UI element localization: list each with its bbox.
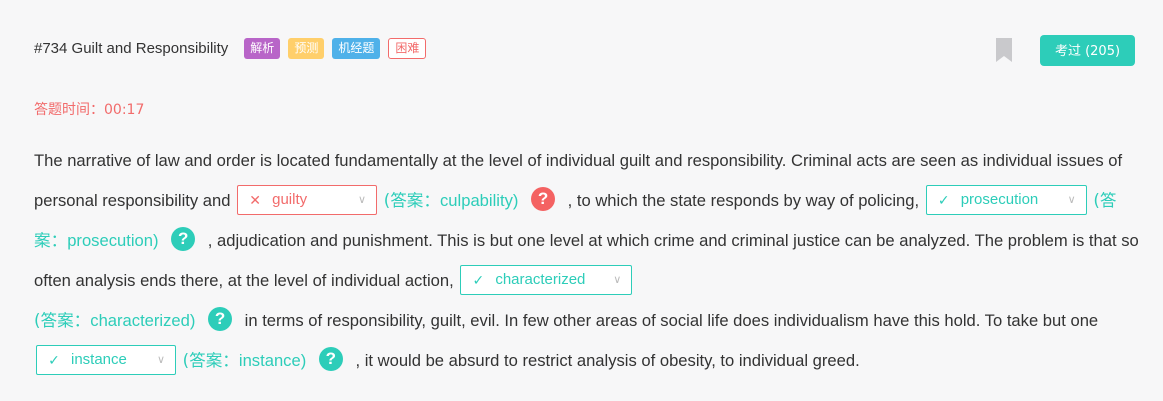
answer-1: (答案：culpability): [383, 191, 519, 210]
bookmark-icon[interactable]: [996, 38, 1012, 62]
blank-3-value: characterized: [495, 270, 586, 288]
blank-1-dropdown[interactable]: ✕ guilty ∨: [237, 184, 378, 215]
check-icon: ✓: [472, 271, 485, 288]
answer-timer: 答题时间：00:17: [34, 102, 145, 118]
wrong-icon: ✕: [249, 191, 261, 208]
passage-segment-4: in terms of responsibility, guilt, evil.…: [244, 311, 1099, 330]
answer-4: (答案：instance): [182, 351, 307, 370]
tag-analysis[interactable]: 解析: [244, 38, 281, 59]
blank-4-dropdown[interactable]: ✓ instance ∨: [36, 344, 176, 375]
check-icon: ✓: [48, 351, 60, 368]
tag-difficulty: 困难: [388, 38, 427, 59]
answer-3: (答案：characterized): [34, 311, 196, 330]
chevron-down-icon: ∨: [358, 193, 367, 206]
check-icon: ✓: [937, 191, 950, 208]
passage-segment-5: , it would be absurd to restrict analysi…: [355, 351, 860, 370]
help-icon[interactable]: ?: [208, 306, 233, 331]
blank-2-dropdown[interactable]: ✓ prosecution ∨: [925, 184, 1087, 215]
question-header: #734 Guilt and Responsibility 解析 预测 机经题 …: [34, 38, 427, 59]
tag-prediction[interactable]: 预测: [288, 38, 325, 59]
blank-4-value: instance: [71, 350, 127, 368]
question-title: #734 Guilt and Responsibility: [34, 40, 229, 57]
blank-2-value: prosecution: [960, 190, 1039, 208]
help-icon[interactable]: ?: [318, 346, 343, 371]
chevron-down-icon: ∨: [613, 273, 622, 286]
help-icon[interactable]: ?: [531, 186, 556, 211]
passed-count-button[interactable]: 考过 (205): [1040, 35, 1135, 66]
chevron-down-icon: ∨: [1067, 193, 1076, 206]
chevron-down-icon: ∨: [156, 353, 165, 366]
passage-segment-2: , to which the state responds by way of …: [567, 191, 920, 210]
passage-text: The narrative of law and order is locate…: [34, 141, 1144, 381]
help-icon[interactable]: ?: [171, 226, 196, 251]
tag-exam-question[interactable]: 机经题: [332, 38, 381, 59]
blank-3-dropdown[interactable]: ✓ characterized ∨: [460, 264, 633, 295]
blank-1-value: guilty: [272, 190, 308, 208]
